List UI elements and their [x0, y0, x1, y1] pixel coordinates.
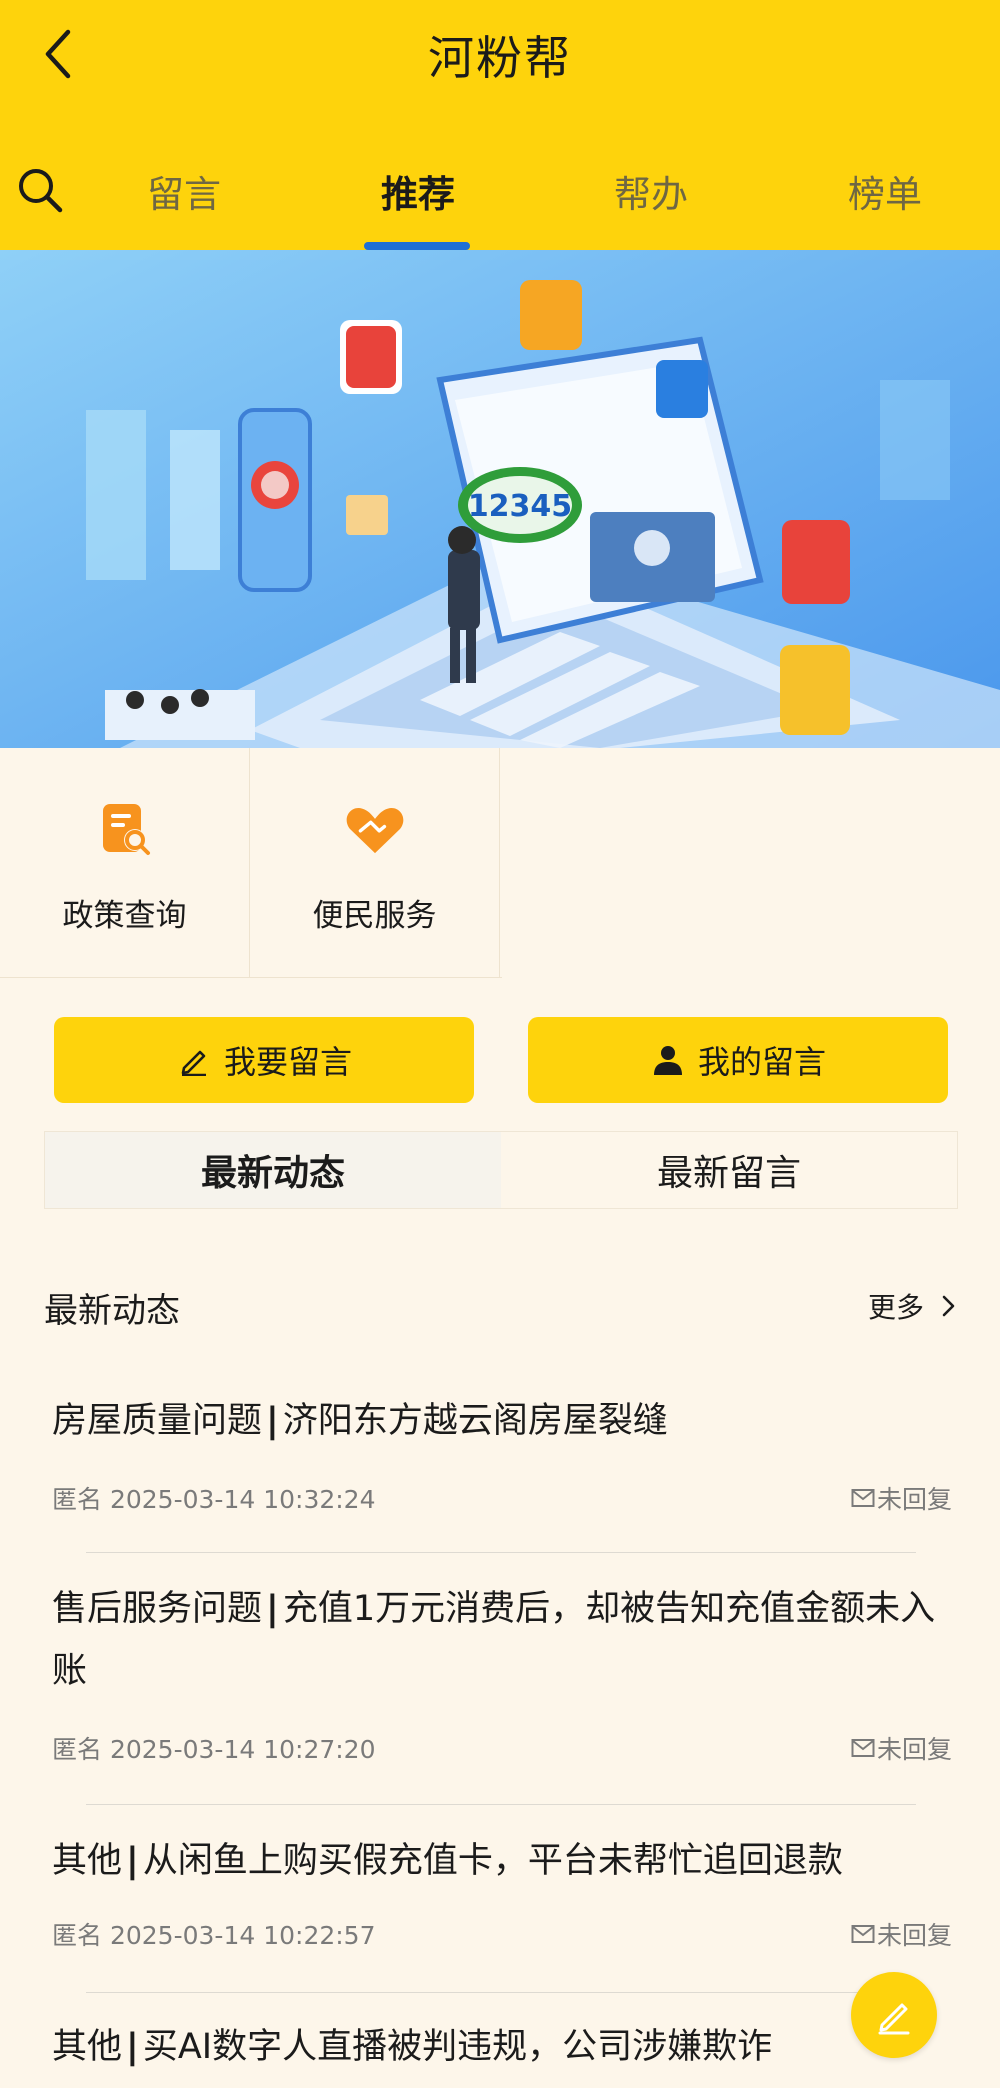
quick-link-label: 便民服务	[312, 898, 437, 934]
my-messages-button[interactable]: 我的留言	[528, 1017, 948, 1103]
banner-sign-text: 12345	[468, 489, 572, 524]
page-title: 河粉帮	[428, 31, 572, 85]
user-icon	[650, 1042, 686, 1078]
feed-item-category: 房屋质量问题	[52, 1401, 263, 1441]
feed-item-subject: 济阳东方越云阁房屋裂缝	[282, 1401, 668, 1441]
feed-item[interactable]: 售后服务问题 | 充值1万元消费后，却被告知充值金额未入账 匿名 2025-03-1…	[0, 1578, 1000, 1798]
feed-item-status: 未回复	[851, 1730, 952, 1766]
envelope-icon	[851, 1489, 875, 1507]
envelope-icon	[851, 1925, 875, 1943]
feed-item-time: 2025-03-14 10:32:24	[109, 1485, 376, 1514]
segment-latest-messages[interactable]: 最新留言	[501, 1132, 957, 1208]
tab-rankings[interactable]: 榜单	[815, 164, 955, 218]
quick-link-label: 政策查询	[62, 898, 187, 934]
divider	[86, 1992, 916, 1993]
feed-item-status: 未回复	[851, 1916, 952, 1952]
document-search-icon	[95, 800, 155, 860]
envelope-icon	[851, 1739, 875, 1757]
feed-item-status: 未回复	[851, 1480, 952, 1516]
feed-item-status-label: 未回复	[876, 1735, 952, 1764]
feed-item[interactable]: 其他 | 买AI数字人直播被判违规，公司涉嫌欺诈	[0, 2016, 1000, 2088]
divider	[86, 1804, 916, 1805]
feed-item-title: 其他 | 买AI数字人直播被判违规，公司涉嫌欺诈	[52, 2027, 773, 2067]
compose-fab[interactable]	[851, 1972, 937, 2058]
segment-latest-news[interactable]: 最新动态	[45, 1132, 501, 1208]
feed-segment-control: 最新动态 最新留言	[44, 1131, 958, 1209]
feed-item-category: 其他	[52, 1841, 123, 1881]
feed-item-author: 匿名	[52, 1735, 103, 1764]
section-title: 最新动态	[44, 1291, 180, 1331]
handshake-heart-icon	[345, 800, 405, 860]
feed-item-title: 售后服务问题 | 充值1万元消费后，却被告知充值金额未入账	[52, 1589, 936, 1691]
feed-item-title: 其他 | 从闲鱼上购买假充值卡，平台未帮忙追回退款	[52, 1841, 843, 1881]
post-message-button[interactable]: 我要留言	[54, 1017, 474, 1103]
feed-item-title: 房屋质量问题 | 济阳东方越云阁房屋裂缝	[52, 1401, 668, 1441]
my-messages-label: 我的留言	[697, 1043, 826, 1081]
top-bar: 河粉帮 留言 推荐 帮办 榜单	[0, 0, 1000, 250]
feed-item[interactable]: 房屋质量问题 | 济阳东方越云阁房屋裂缝 匿名 2025-03-14 10:32:2…	[0, 1390, 1000, 1550]
tab-assist[interactable]: 帮办	[581, 164, 721, 218]
feed-item-subject: 买AI数字人直播被判违规，公司涉嫌欺诈	[142, 2027, 773, 2067]
search-button[interactable]	[12, 162, 68, 218]
hero-banner[interactable]: 12345	[0, 250, 1000, 748]
tab-messages[interactable]: 留言	[114, 164, 254, 218]
search-icon	[19, 169, 63, 213]
feed-item-meta: 匿名 2025-03-14 10:27:20	[52, 1730, 375, 1766]
feed-item-time: 2025-03-14 10:27:20	[109, 1735, 376, 1764]
feed-item-author: 匿名	[52, 1921, 103, 1950]
feed-item-time: 2025-03-14 10:22:57	[109, 1921, 376, 1950]
feed-item-status-label: 未回复	[876, 1921, 952, 1950]
more-link[interactable]: 更多	[868, 1286, 962, 1326]
feed-item-subject: 从闲鱼上购买假充值卡，平台未帮忙追回退款	[142, 1841, 843, 1881]
more-label: 更多	[868, 1291, 925, 1324]
post-message-label: 我要留言	[223, 1043, 352, 1081]
chevron-right-icon	[942, 1295, 955, 1317]
feed-item-meta: 匿名 2025-03-14 10:32:24	[52, 1480, 375, 1516]
divider	[86, 1552, 916, 1553]
feed-item-category: 售后服务问题	[52, 1589, 263, 1629]
quick-link-policy-query[interactable]: 政策查询	[0, 748, 250, 978]
feed-item-author: 匿名	[52, 1485, 103, 1514]
feed-item-category: 其他	[52, 2027, 123, 2067]
quick-link-convenience-service[interactable]: 便民服务	[250, 748, 500, 978]
quick-links: 政策查询 便民服务	[0, 748, 502, 978]
feed-item-meta: 匿名 2025-03-14 10:22:57	[52, 1916, 375, 1952]
pencil-icon	[176, 1042, 212, 1078]
feed-item-status-label: 未回复	[876, 1485, 952, 1514]
pencil-icon	[878, 2003, 910, 2035]
banner-illustration: 12345	[0, 250, 1000, 748]
active-tab-indicator	[364, 242, 470, 250]
feed-item[interactable]: 其他 | 从闲鱼上购买假充值卡，平台未帮忙追回退款 匿名 2025-03-14 10…	[0, 1830, 1000, 1990]
tab-recommend[interactable]: 推荐	[348, 164, 488, 218]
